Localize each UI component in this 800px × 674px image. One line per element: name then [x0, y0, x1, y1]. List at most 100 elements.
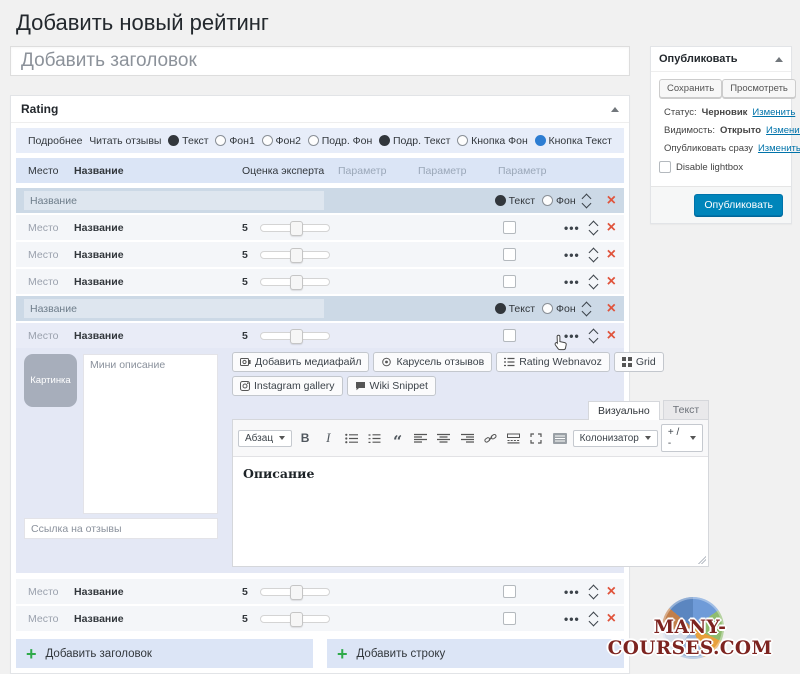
edit-visibility-link[interactable]: Изменить — [766, 125, 800, 136]
score-slider[interactable] — [260, 251, 330, 259]
name-input[interactable] — [74, 586, 242, 598]
blockquote-button[interactable]: “ — [388, 429, 408, 448]
place-input[interactable] — [28, 613, 74, 625]
preview-button[interactable]: Просмотреть — [722, 79, 796, 98]
delete-group-button[interactable]: × — [607, 301, 616, 317]
row-options-dots[interactable]: ••• — [564, 221, 580, 235]
score-slider[interactable] — [260, 615, 330, 623]
slider-handle[interactable] — [290, 275, 303, 290]
reviews-carousel-button[interactable]: Карусель отзывов — [373, 352, 492, 372]
add-row-button[interactable]: + Добавить строку — [327, 639, 624, 668]
row-checkbox[interactable] — [503, 585, 516, 598]
bullet-list-button[interactable] — [341, 429, 361, 448]
name-input[interactable] — [74, 276, 242, 288]
group-radio-bg[interactable]: Фон — [542, 195, 576, 207]
publish-panel-header[interactable]: Опубликовать — [651, 47, 791, 72]
radio-detail-bg[interactable]: Подр. Фон — [308, 135, 373, 147]
italic-button[interactable]: I — [318, 429, 338, 448]
name-input[interactable] — [74, 613, 242, 625]
save-draft-button[interactable]: Сохранить — [659, 79, 722, 98]
disable-lightbox-option[interactable]: Disable lightbox — [659, 161, 783, 173]
link-button[interactable] — [480, 429, 500, 448]
collapse-icon[interactable] — [611, 107, 619, 112]
place-input[interactable] — [28, 330, 74, 342]
plus-minus-select[interactable]: + / - — [661, 424, 703, 452]
tab-text[interactable]: Текст — [663, 400, 709, 419]
paragraph-format-select[interactable]: Абзац — [238, 430, 292, 447]
move-group-control[interactable] — [583, 195, 590, 207]
edit-schedule-link[interactable]: Изменить — [758, 143, 800, 154]
group-radio-bg[interactable]: Фон — [542, 303, 576, 315]
wiki-snippet-button[interactable]: Wiki Snippet — [347, 376, 436, 396]
slider-handle[interactable] — [290, 221, 303, 236]
bold-button[interactable]: B — [295, 429, 315, 448]
move-row-control[interactable] — [590, 222, 597, 234]
read-more-button[interactable] — [503, 429, 523, 448]
move-row-control[interactable] — [590, 586, 597, 598]
mini-description-textarea[interactable] — [83, 354, 218, 514]
tab-visual[interactable]: Визуально — [588, 401, 660, 420]
group-radio-text[interactable]: Текст — [495, 195, 535, 207]
add-media-button[interactable]: Добавить медиафайл — [232, 352, 369, 372]
add-header-button[interactable]: + Добавить заголовок — [16, 639, 313, 668]
place-input[interactable] — [28, 249, 74, 261]
group-name-input[interactable] — [24, 299, 324, 318]
rating-metabox-header[interactable]: Rating — [11, 96, 629, 123]
fullscreen-button[interactable] — [526, 429, 546, 448]
move-group-control[interactable] — [583, 303, 590, 315]
delete-row-button[interactable]: × — [607, 274, 616, 290]
score-slider[interactable] — [260, 332, 330, 340]
row-checkbox[interactable] — [503, 612, 516, 625]
reviews-link-input[interactable] — [24, 518, 218, 539]
rating-webnavoz-button[interactable]: Rating Webnavoz — [496, 352, 610, 372]
place-input[interactable] — [28, 586, 74, 598]
group-name-input[interactable] — [24, 191, 324, 210]
delete-row-button[interactable]: × — [607, 220, 616, 236]
disable-lightbox-checkbox[interactable] — [659, 161, 671, 173]
row-checkbox[interactable] — [503, 329, 516, 342]
align-center-button[interactable] — [434, 429, 454, 448]
row-options-dots[interactable]: ••• — [564, 612, 580, 626]
slider-handle[interactable] — [290, 585, 303, 600]
delete-group-button[interactable]: × — [607, 193, 616, 209]
score-slider[interactable] — [260, 588, 330, 596]
radio-button-bg[interactable]: Кнопка Фон — [457, 135, 528, 147]
radio-button-text[interactable]: Кнопка Текст — [535, 135, 612, 147]
radio-detail-text[interactable]: Подр. Текст — [379, 135, 450, 147]
delete-row-button[interactable]: × — [607, 247, 616, 263]
instagram-gallery-button[interactable]: Instagram gallery — [232, 376, 343, 396]
numbered-list-button[interactable] — [364, 429, 384, 448]
place-input[interactable] — [28, 222, 74, 234]
delete-row-button[interactable]: × — [607, 328, 616, 344]
group-radio-text[interactable]: Текст — [495, 303, 535, 315]
move-row-control[interactable] — [590, 276, 597, 288]
row-options-dots[interactable]: ••• — [564, 275, 580, 289]
toolbar-toggle-button[interactable] — [549, 429, 569, 448]
publish-button[interactable]: Опубликовать — [694, 194, 783, 216]
edit-status-link[interactable]: Изменить — [752, 107, 795, 118]
align-right-button[interactable] — [457, 429, 477, 448]
place-input[interactable] — [28, 276, 74, 288]
row-checkbox[interactable] — [503, 275, 516, 288]
editor-content[interactable]: Описание — [233, 457, 708, 566]
radio-bg2[interactable]: Фон2 — [262, 135, 301, 147]
row-options-dots[interactable]: ••• — [564, 585, 580, 599]
colonizator-select[interactable]: Колонизатор — [573, 430, 658, 447]
image-upload-placeholder[interactable]: Картинка — [24, 354, 77, 407]
slider-handle[interactable] — [290, 248, 303, 263]
post-title-input[interactable] — [10, 46, 630, 76]
row-checkbox[interactable] — [503, 221, 516, 234]
row-checkbox[interactable] — [503, 248, 516, 261]
row-options-dots[interactable]: ••• — [564, 248, 580, 262]
slider-handle[interactable] — [290, 329, 303, 344]
slider-handle[interactable] — [290, 612, 303, 627]
radio-bg1[interactable]: Фон1 — [215, 135, 254, 147]
move-row-control[interactable] — [590, 330, 597, 342]
resize-handle[interactable] — [697, 555, 706, 564]
collapse-icon[interactable] — [775, 57, 783, 62]
name-input[interactable] — [74, 222, 242, 234]
name-input[interactable] — [74, 330, 242, 342]
align-left-button[interactable] — [411, 429, 431, 448]
grid-button[interactable]: Grid — [614, 352, 664, 372]
score-slider[interactable] — [260, 278, 330, 286]
